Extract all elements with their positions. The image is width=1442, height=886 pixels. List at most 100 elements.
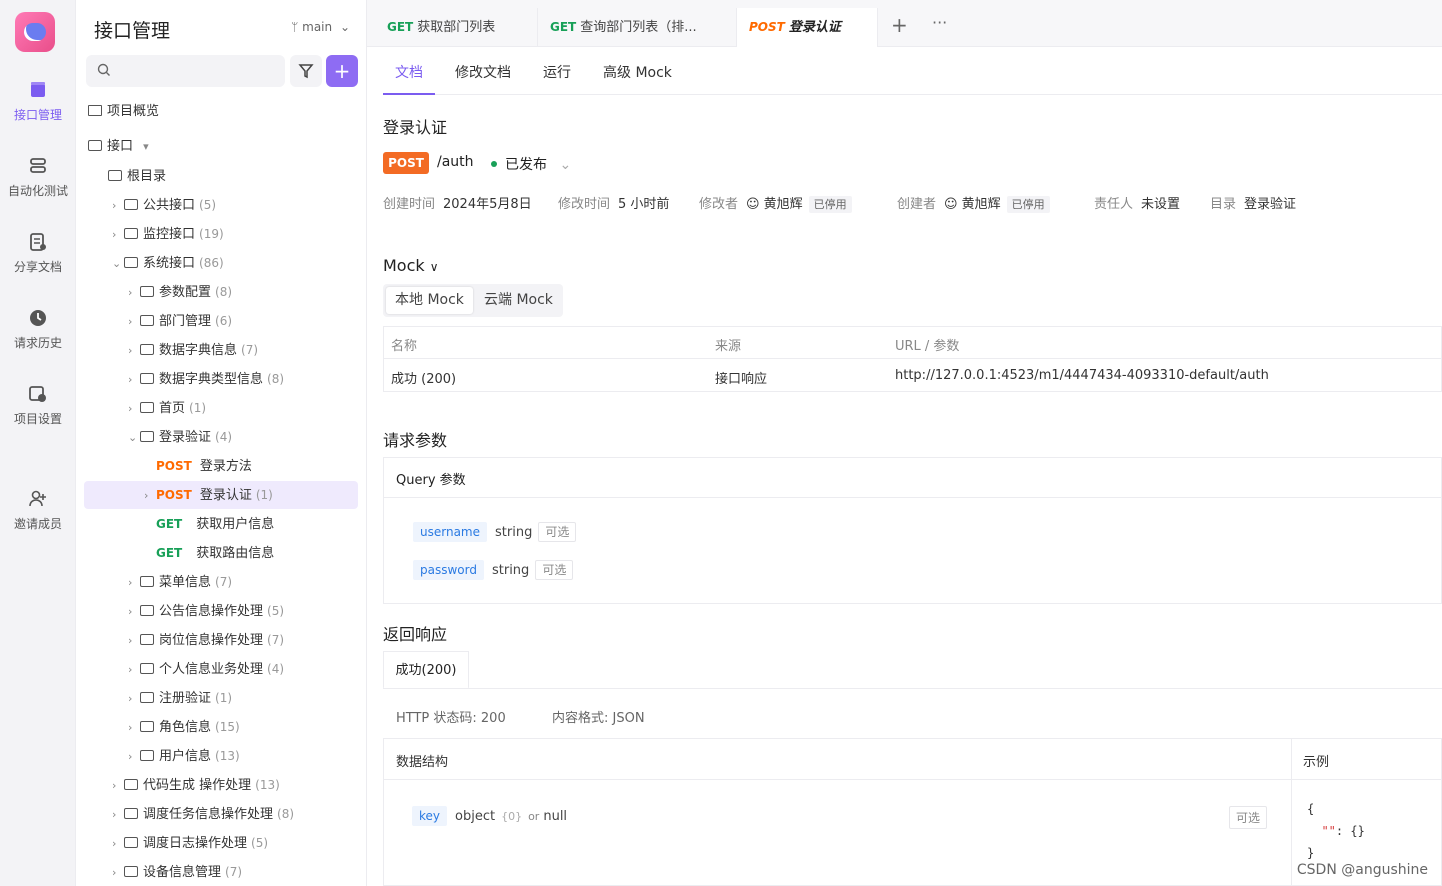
sidebar-item-api[interactable]: 接口 ▾ bbox=[88, 133, 362, 161]
caret-right-icon: › bbox=[128, 692, 133, 705]
caret-right-icon: › bbox=[128, 286, 133, 299]
rail-item-api-management[interactable]: 接口管理 bbox=[0, 80, 76, 123]
rail-item-project-settings[interactable]: 项目设置 bbox=[0, 384, 76, 427]
http-status: HTTP 状态码: 200 bbox=[396, 711, 506, 726]
mock-url[interactable]: http://127.0.0.1:4523/m1/4447434-4093310… bbox=[895, 368, 1269, 383]
tree-folder[interactable]: › 公共接口 (5) bbox=[84, 191, 358, 219]
tree-label: 部门管理 bbox=[159, 314, 212, 329]
more-tabs-button[interactable]: ··· bbox=[932, 13, 947, 32]
rail-item-share-doc[interactable]: 分享文档 bbox=[0, 232, 76, 275]
rail-item-invite-members[interactable]: 邀请成员 bbox=[0, 489, 76, 532]
tree-folder[interactable]: › 设备信息管理 (7) bbox=[84, 858, 358, 886]
param-name: password bbox=[413, 560, 484, 580]
sidebar: 接口管理 ᛘ main ⌄ + 项目概览 接口 ▾ 根目录 › 公共接口 (5) › 监控… bbox=[76, 0, 367, 886]
tree-folder[interactable]: 根目录 bbox=[84, 162, 358, 190]
disabled-tag: 已停用 bbox=[808, 196, 852, 213]
overview-label: 项目概览 bbox=[107, 104, 160, 119]
col-url: URL / 参数 bbox=[895, 339, 960, 354]
local-mock-tab[interactable]: 本地 Mock bbox=[386, 287, 473, 314]
tree-label: 角色信息 bbox=[159, 720, 212, 735]
filter-icon bbox=[298, 64, 314, 79]
tab-query-dept-list[interactable]: GET 查询部门列表（排... bbox=[538, 8, 737, 47]
tree-label: 调度日志操作处理 bbox=[143, 836, 248, 851]
subtab-doc[interactable]: 文档 bbox=[395, 62, 423, 82]
tree-folder[interactable]: › 调度任务信息操作处理 (8) bbox=[84, 800, 358, 828]
method-label: POST bbox=[156, 488, 192, 502]
tree-count: (5) bbox=[199, 198, 217, 212]
plus-icon: + bbox=[891, 13, 908, 37]
example-code: { "": {} } bbox=[1307, 802, 1365, 860]
endpoint-path: /auth bbox=[437, 154, 474, 170]
tab-login-auth[interactable]: POST 登录认证 bbox=[737, 8, 878, 47]
param-optional: 可选 bbox=[535, 560, 574, 580]
tree-folder[interactable]: › 注册验证 (1) bbox=[84, 684, 358, 712]
caret-down-icon: ⌄ bbox=[112, 257, 122, 270]
subtab-advanced-mock[interactable]: 高级 Mock bbox=[603, 62, 672, 82]
watermark: CSDN @angushine bbox=[1296, 862, 1428, 878]
tree-folder[interactable]: › 数据字典类型信息 (8) bbox=[84, 365, 358, 393]
tree-folder[interactable]: › 角色信息 (15) bbox=[84, 713, 358, 741]
meta-value: 5 小时前 bbox=[618, 197, 670, 212]
mock-name: 成功 (200) bbox=[391, 372, 457, 387]
tree-label: 根目录 bbox=[127, 169, 167, 184]
sidebar-title: 接口管理 bbox=[94, 20, 171, 42]
plus-icon: + bbox=[333, 59, 351, 83]
tree-folder[interactable]: › 部门管理 (6) bbox=[84, 307, 358, 335]
response-tab-200[interactable]: 成功(200) bbox=[383, 651, 469, 689]
tree-endpoint[interactable]: POST 登录方法 bbox=[84, 452, 358, 480]
tree-folder[interactable]: › 个人信息业务处理 (4) bbox=[84, 655, 358, 683]
publish-status[interactable]: 已发布 ⌄ bbox=[491, 154, 571, 174]
tree-count: (13) bbox=[255, 778, 280, 792]
mock-switch: 本地 Mock 云端 Mock bbox=[383, 284, 563, 317]
field-braces: {0} bbox=[501, 810, 523, 823]
tree-folder[interactable]: › 首页 (1) bbox=[84, 394, 358, 422]
tree-folder[interactable]: › 数据字典信息 (7) bbox=[84, 336, 358, 364]
tree-endpoint[interactable]: GET 获取用户信息 bbox=[84, 510, 358, 538]
invite-icon bbox=[29, 490, 46, 507]
tree-folder[interactable]: › 公告信息操作处理 (5) bbox=[84, 597, 358, 625]
mock-title-label: Mock bbox=[383, 256, 425, 275]
tree-folder[interactable]: › 参数配置 (8) bbox=[84, 278, 358, 306]
tree-folder[interactable]: ⌄ 登录验证 (4) bbox=[84, 423, 358, 451]
tab-method: GET bbox=[387, 20, 414, 34]
response-title: 返回响应 bbox=[383, 625, 448, 644]
tree-label: 调度任务信息操作处理 bbox=[143, 807, 274, 822]
field-alt-type: null bbox=[543, 809, 568, 824]
method-label: GET bbox=[156, 517, 183, 531]
mock-table: 名称 来源 URL / 参数 成功 (200) 接口响应 http://127.… bbox=[383, 326, 1442, 392]
tree-folder[interactable]: › 调度日志操作处理 (5) bbox=[84, 829, 358, 857]
mock-section-title[interactable]: Mock ∨ bbox=[383, 256, 439, 275]
filter-button[interactable] bbox=[290, 55, 322, 87]
tree-folder[interactable]: › 代码生成 操作处理 (13) bbox=[84, 771, 358, 799]
tab-name: 获取部门列表 bbox=[417, 20, 496, 35]
tree-folder[interactable]: › 用户信息 (13) bbox=[84, 742, 358, 770]
tree-label: 设备信息管理 bbox=[143, 865, 222, 880]
subtab-edit-doc[interactable]: 修改文档 bbox=[455, 62, 511, 82]
tree-folder[interactable]: ⌄ 系统接口 (86) bbox=[84, 249, 358, 277]
tab-get-dept-list[interactable]: GET 获取部门列表 bbox=[375, 8, 538, 47]
subtab-run[interactable]: 运行 bbox=[543, 62, 571, 82]
branch-selector[interactable]: ᛘ main ⌄ bbox=[291, 20, 350, 34]
cloud-mock-tab[interactable]: 云端 Mock bbox=[475, 287, 562, 314]
add-button[interactable]: + bbox=[326, 55, 358, 87]
tree-endpoint[interactable]: GET 获取路由信息 bbox=[84, 539, 358, 567]
folder-icon bbox=[140, 634, 154, 645]
meta-key: 创建者 bbox=[897, 197, 937, 212]
folder-icon bbox=[140, 692, 154, 703]
new-tab-button[interactable]: + bbox=[891, 13, 908, 37]
tree-count: (19) bbox=[199, 227, 224, 241]
rail-item-automation[interactable]: 自动化测试 bbox=[0, 156, 76, 199]
tree-label: 获取用户信息 bbox=[196, 517, 275, 532]
search-input[interactable] bbox=[86, 55, 285, 87]
page-title: 登录认证 bbox=[383, 118, 448, 137]
caret-right-icon: › bbox=[112, 779, 117, 792]
tree-folder[interactable]: › 菜单信息 (7) bbox=[84, 568, 358, 596]
folder-icon bbox=[140, 402, 154, 413]
rail-item-history[interactable]: 请求历史 bbox=[0, 308, 76, 351]
tree-count: (8) bbox=[267, 372, 285, 386]
sidebar-item-overview[interactable]: 项目概览 bbox=[88, 98, 362, 126]
settings-icon bbox=[29, 386, 46, 402]
tree-folder[interactable]: › 岗位信息操作处理 (7) bbox=[84, 626, 358, 654]
tree-endpoint[interactable]: › POST 登录认证 (1) bbox=[84, 481, 358, 509]
tree-folder[interactable]: › 监控接口 (19) bbox=[84, 220, 358, 248]
